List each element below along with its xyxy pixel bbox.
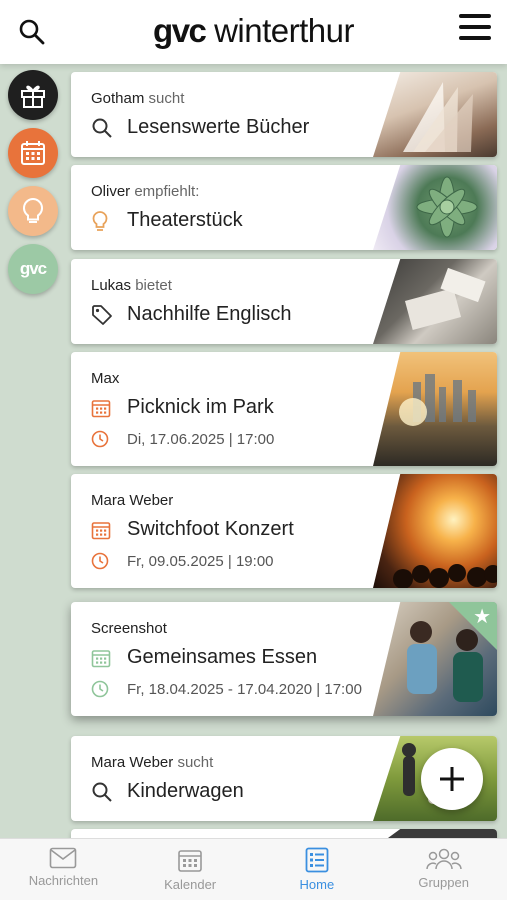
card-title: Picknick im Park [91, 396, 274, 419]
gvc-filter-button[interactable]: gvc [8, 244, 58, 294]
card-author: Mara Weber sucht [91, 754, 214, 771]
card-image [373, 165, 497, 250]
card-date: Di, 17.06.2025 | 17:00 [91, 430, 274, 448]
group-icon [425, 848, 462, 870]
nav-gruppen[interactable]: Gruppen [380, 839, 507, 900]
idea-filter-button[interactable] [8, 186, 58, 236]
calendar-icon [178, 850, 202, 872]
tag-icon [91, 304, 117, 326]
calendar-icon [91, 647, 117, 669]
calendar-icon [91, 519, 117, 541]
envelope-icon [50, 847, 77, 869]
nav-label: Kalender [164, 877, 217, 892]
card-title: Lesenswerte Bücher [91, 116, 309, 139]
search-icon [91, 781, 117, 803]
card-image [373, 474, 497, 588]
card-image [373, 259, 497, 344]
add-button[interactable] [421, 748, 483, 810]
card-title: Nachhilfe Englisch [91, 303, 292, 326]
lightbulb-icon [22, 197, 44, 223]
clock-icon [91, 680, 117, 698]
nav-nachrichten[interactable]: Nachrichten [0, 839, 127, 900]
clock-icon [91, 552, 117, 570]
card-title: Kinderwagen [91, 780, 244, 803]
gvc-label: gvc [19, 259, 47, 278]
event-card[interactable]: Mara Weber Switchfoot Konzert Fr, 09.05.… [71, 474, 497, 588]
card-author: Mara Weber [91, 492, 174, 509]
nav-home[interactable]: Home [254, 839, 381, 900]
calendar-icon [91, 397, 117, 419]
nav-kalender[interactable]: Kalender [127, 839, 254, 900]
card-author: Gotham sucht [91, 90, 185, 107]
app-logo: gvc winterthur [153, 12, 354, 49]
card-title: Switchfoot Konzert [91, 518, 294, 541]
plus-icon [440, 767, 464, 791]
nav-label: Nachrichten [28, 873, 99, 888]
nav-label: Gruppen [418, 875, 469, 890]
event-card-highlighted[interactable]: Screenshot Gemeinsames Essen Fr, 18.04.2… [71, 602, 497, 716]
card-title: Gemeinsames Essen [91, 646, 317, 669]
event-card[interactable]: Max Picknick im Park Di, 17.06.2025 | 17… [71, 352, 497, 466]
card-date: Fr, 18.04.2025 - 17.04.2020 | 17:00 [91, 680, 362, 698]
card-date: Fr, 09.05.2025 | 19:00 [91, 552, 274, 570]
card-author: Screenshot [91, 620, 167, 637]
feed-card[interactable]: Gotham sucht Lesenswerte Bücher [71, 72, 497, 157]
card-title: Theaterstück [91, 209, 243, 232]
gift-filter-button[interactable] [8, 70, 58, 120]
calendar-icon [21, 141, 45, 165]
card-image [373, 72, 497, 157]
feed-card[interactable]: Lukas bietet Nachhilfe Englisch [71, 259, 497, 344]
lightbulb-icon [91, 210, 117, 232]
card-author: Lukas bietet [91, 277, 172, 294]
menu-icon[interactable] [459, 14, 491, 44]
nav-label: Home [299, 877, 335, 892]
card-author: Oliver empfiehlt: [91, 183, 200, 200]
gift-icon [21, 85, 45, 108]
list-icon [305, 847, 329, 873]
search-icon [91, 117, 117, 139]
feed-card[interactable]: Oliver empfiehlt: Theaterstück [71, 165, 497, 250]
bottom-navigation: Nachrichten Kalender Home Gruppen [0, 838, 507, 900]
card-author: Max [91, 370, 120, 387]
calendar-filter-button[interactable] [8, 128, 58, 178]
card-image [373, 352, 497, 466]
clock-icon [91, 430, 117, 448]
star-icon: ★ [473, 606, 491, 628]
app-header: gvc winterthur [0, 0, 507, 64]
